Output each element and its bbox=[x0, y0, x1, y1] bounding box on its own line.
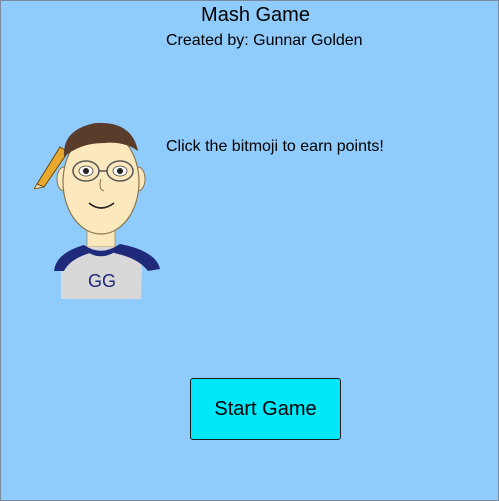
game-title: Mash Game bbox=[201, 4, 310, 26]
credit-text: Created by: Gunnar Golden bbox=[166, 32, 363, 49]
bitmoji-avatar-icon[interactable]: GG bbox=[34, 119, 164, 301]
instruction-text: Click the bitmoji to earn points! bbox=[166, 138, 384, 155]
start-game-button[interactable]: Start Game bbox=[190, 378, 341, 440]
shirt-text: GG bbox=[88, 271, 116, 291]
game-screen: Mash Game Created by: Gunnar Golden Clic… bbox=[0, 0, 499, 501]
